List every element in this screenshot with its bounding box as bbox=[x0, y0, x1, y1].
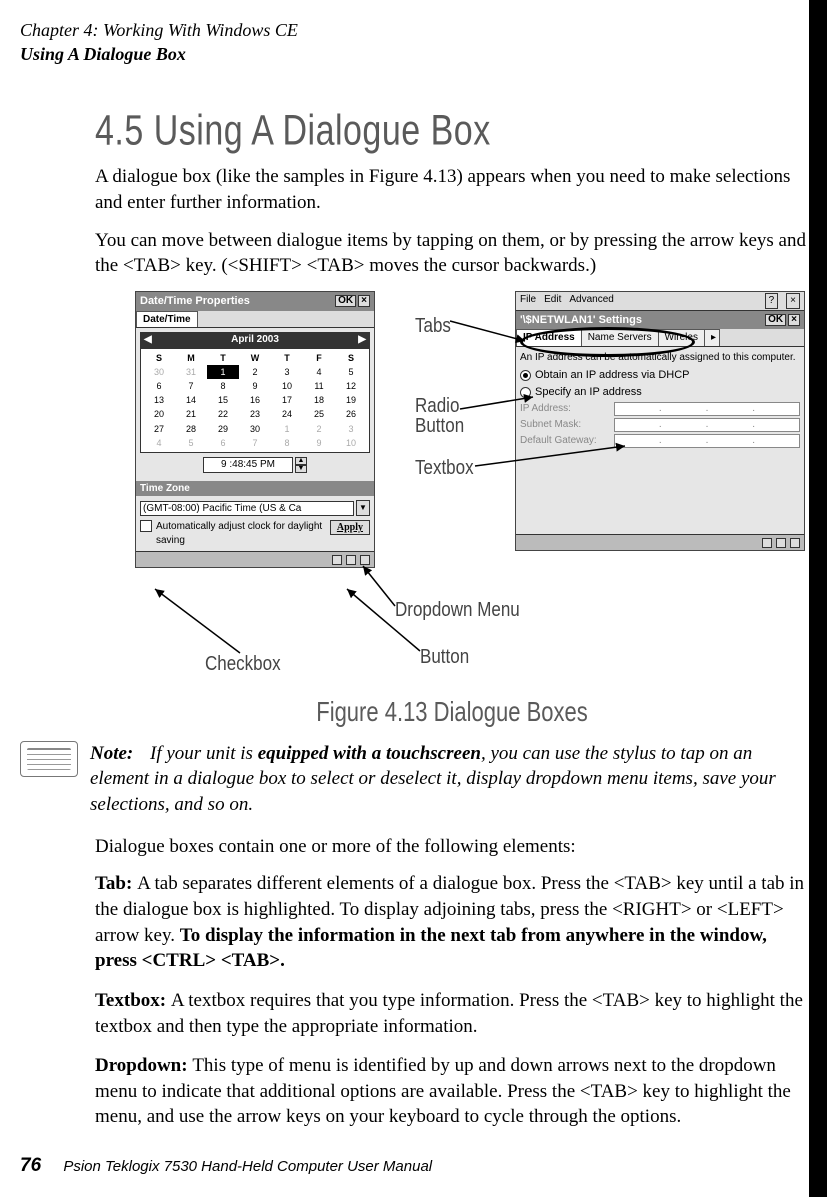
prev-month-icon[interactable]: ◀ bbox=[144, 333, 152, 347]
tabs-highlight-circle bbox=[520, 327, 695, 357]
subnet-label: Subnet Mask: bbox=[520, 418, 610, 432]
calendar-grid[interactable]: S M T W T F S 30 31 1 2 bbox=[140, 348, 370, 453]
tray-icon bbox=[790, 538, 800, 548]
radio-dhcp[interactable] bbox=[520, 370, 531, 381]
datetime-tabs: Date/Time bbox=[136, 311, 374, 329]
datetime-title: Date/Time Properties bbox=[140, 294, 250, 309]
gateway-row: Default Gateway: ... bbox=[520, 434, 800, 448]
tray-icon bbox=[360, 555, 370, 565]
anno-dropdown: Dropdown Menu bbox=[395, 597, 520, 625]
def-tab: Tab: A tab separates different elements … bbox=[95, 871, 809, 974]
time-field: ▲▼ bbox=[140, 457, 370, 473]
time-input[interactable] bbox=[203, 457, 293, 473]
close-button[interactable]: × bbox=[358, 295, 370, 307]
calendar-month: April 2003 bbox=[231, 333, 279, 347]
def-textbox: Textbox: A textbox requires that you typ… bbox=[95, 988, 809, 1039]
gateway-label: Default Gateway: bbox=[520, 434, 610, 448]
note-body: Note: If your unit is equipped with a to… bbox=[90, 741, 809, 818]
dropdown-arrow-icon[interactable]: ▼ bbox=[356, 500, 370, 516]
taskbar-right bbox=[516, 534, 804, 550]
figure-area: Date/Time Properties OK × Date/Time ◀ Ap… bbox=[95, 291, 809, 691]
datetime-dialog: Date/Time Properties OK × Date/Time ◀ Ap… bbox=[135, 291, 375, 568]
tray-icon bbox=[762, 538, 772, 548]
datetime-titlebar: Date/Time Properties OK × bbox=[136, 292, 374, 311]
subnet-row: Subnet Mask: ... bbox=[520, 418, 800, 432]
footer-book-title: Psion Teklogix 7530 Hand-Held Computer U… bbox=[63, 1158, 432, 1175]
timezone-body: ▼ Automatically adjust clock for dayligh… bbox=[136, 496, 374, 551]
ip-address-row: IP Address: ... bbox=[520, 402, 800, 416]
tab-scroll-right-icon[interactable]: ▸ bbox=[704, 329, 720, 346]
radio-specify-row: Specify an IP address bbox=[520, 385, 800, 400]
next-month-icon[interactable]: ▶ bbox=[358, 333, 366, 347]
menu-edit[interactable]: Edit bbox=[544, 293, 561, 309]
radio-specify[interactable] bbox=[520, 387, 531, 398]
network-body: An IP address can be automatically assig… bbox=[516, 347, 804, 454]
intro-para-1: A dialogue box (like the samples in Figu… bbox=[95, 164, 809, 215]
book-icon bbox=[20, 741, 78, 777]
anno-checkbox: Checkbox bbox=[205, 651, 281, 679]
network-titlebar: '\$NETWLAN1' Settings OK × bbox=[516, 311, 804, 330]
ok-button[interactable]: OK bbox=[765, 314, 786, 326]
tab-date-time[interactable]: Date/Time bbox=[136, 311, 198, 328]
anno-button: Button bbox=[420, 644, 469, 672]
section-heading: 4.5 Using A Dialogue Box bbox=[95, 103, 809, 160]
radio-specify-label: Specify an IP address bbox=[535, 385, 642, 400]
network-title: '\$NETWLAN1' Settings bbox=[520, 313, 642, 328]
datetime-body: ◀ April 2003 ▶ S M T W T F S bbox=[136, 328, 374, 480]
apply-button[interactable]: Apply bbox=[330, 520, 370, 535]
gateway-input[interactable]: ... bbox=[614, 434, 800, 448]
intro-para-2: You can move between dialogue items by t… bbox=[95, 228, 809, 279]
radio-dhcp-row: Obtain an IP address via DHCP bbox=[520, 368, 800, 383]
ip-address-input[interactable]: ... bbox=[614, 402, 800, 416]
ok-button[interactable]: OK bbox=[335, 295, 356, 307]
figure-caption: Figure 4.13 Dialogue Boxes bbox=[95, 693, 809, 730]
dst-checkbox[interactable] bbox=[140, 520, 152, 532]
tray-icon bbox=[776, 538, 786, 548]
timezone-dropdown[interactable]: ▼ bbox=[140, 500, 370, 516]
def-dropdown: Dropdown: This type of menu is identifie… bbox=[95, 1053, 809, 1130]
tray-icon bbox=[346, 555, 356, 565]
note-label: Note: bbox=[90, 743, 133, 764]
anno-textbox: Textbox bbox=[415, 455, 474, 483]
subnet-input[interactable]: ... bbox=[614, 418, 800, 432]
close-button[interactable]: × bbox=[786, 293, 800, 309]
menu-advanced[interactable]: Advanced bbox=[569, 293, 613, 309]
close-button[interactable]: × bbox=[788, 314, 800, 326]
header-section: Using A Dialogue Box bbox=[20, 42, 819, 66]
taskbar-left bbox=[136, 551, 374, 567]
elements-intro: Dialogue boxes contain one or more of th… bbox=[95, 834, 809, 860]
anno-tabs: Tabs bbox=[415, 313, 451, 341]
time-spinner[interactable]: ▲▼ bbox=[295, 457, 307, 473]
radio-dhcp-label: Obtain an IP address via DHCP bbox=[535, 368, 689, 383]
timezone-header: Time Zone bbox=[136, 481, 374, 497]
page-edge-bar bbox=[809, 0, 827, 1197]
timezone-value[interactable] bbox=[140, 501, 354, 516]
calendar-nav: ◀ April 2003 ▶ bbox=[140, 332, 370, 348]
dst-row: Automatically adjust clock for daylight … bbox=[140, 520, 370, 547]
tray-icon bbox=[332, 555, 342, 565]
ip-address-label: IP Address: bbox=[520, 402, 610, 416]
menu-bar: File Edit Advanced ? × bbox=[516, 292, 804, 311]
help-button[interactable]: ? bbox=[765, 293, 779, 309]
header-chapter: Chapter 4: Working With Windows CE bbox=[20, 18, 819, 42]
page-footer: 76 Psion Teklogix 7530 Hand-Held Compute… bbox=[20, 1153, 432, 1179]
anno-radio-2: Button bbox=[415, 413, 464, 441]
page-number: 76 bbox=[20, 1155, 41, 1176]
main-content: 4.5 Using A Dialogue Box A dialogue box … bbox=[95, 109, 809, 1130]
note-block: Note: If your unit is equipped with a to… bbox=[20, 741, 809, 818]
dst-label: Automatically adjust clock for daylight … bbox=[156, 520, 326, 547]
running-header: Chapter 4: Working With Windows CE Using… bbox=[20, 18, 819, 67]
menu-file[interactable]: File bbox=[520, 293, 536, 309]
note-text: If your unit is equipped with a touchscr… bbox=[90, 743, 776, 815]
